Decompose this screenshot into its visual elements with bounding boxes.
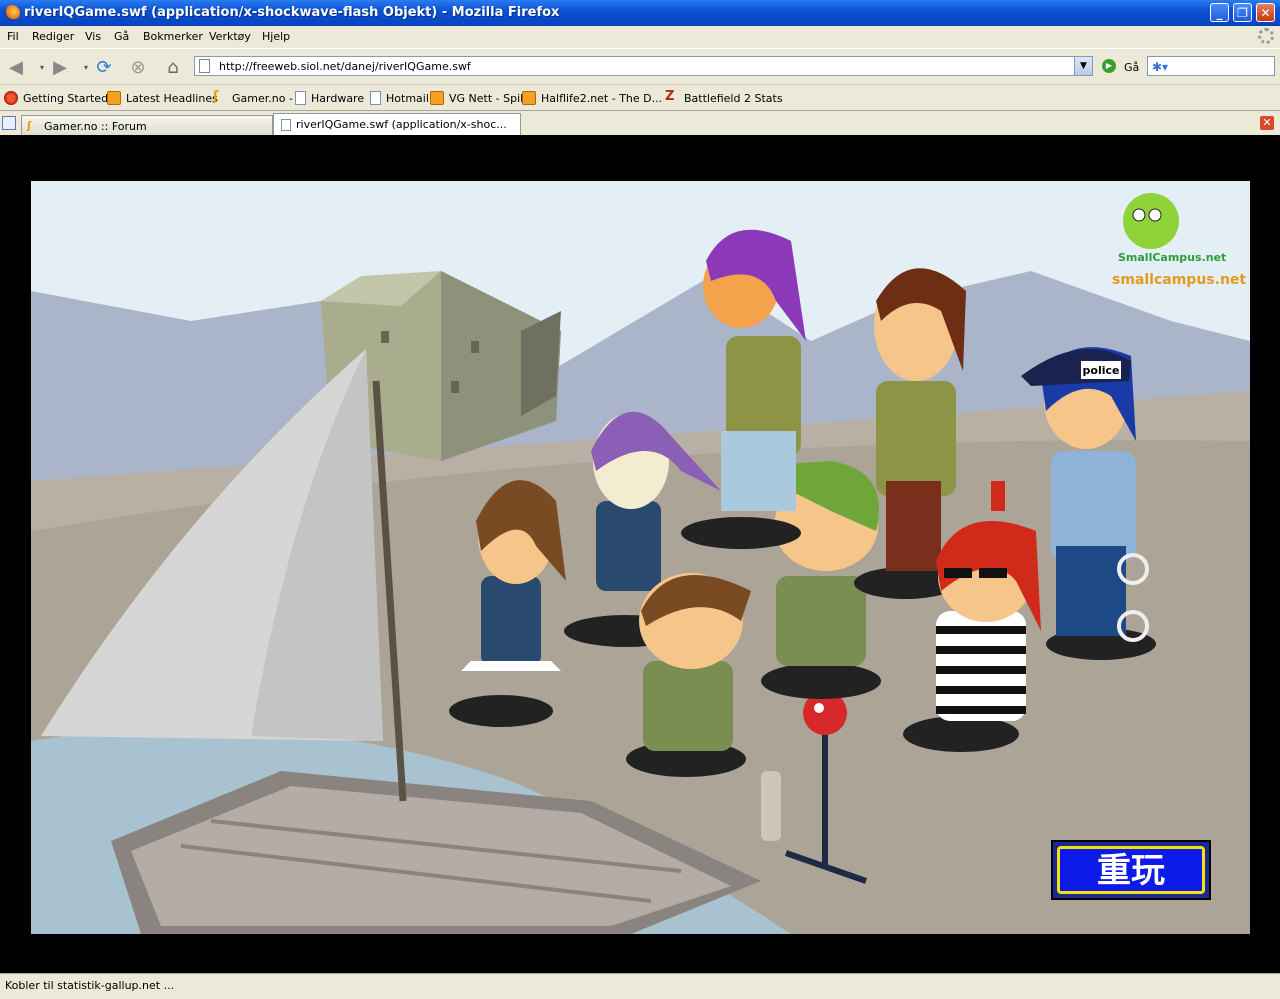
smallcampus-logo-text: SmallCampus.net [1118,251,1226,264]
home-icon: ⌂ [167,56,179,78]
search-box[interactable]: ✱▾ [1147,56,1275,76]
tab-river-iq-game[interactable]: riverIQGame.swf (application/x-shoc... [273,113,521,135]
window-title-bar: riverIQGame.swf (application/x-shockwave… [0,0,1280,26]
bf-icon: Z [665,89,675,104]
flash-game[interactable]: police SmallCampus.net smallcampus.net 重… [31,181,1250,934]
close-tab-button[interactable]: ✕ [1260,116,1274,130]
tab-bar: ʃ Gamer.no :: Forum riverIQGame.swf (app… [0,110,1280,136]
stop-button[interactable]: ⊗ [126,55,150,79]
bookmark-hardware[interactable]: Hardware [295,91,364,105]
forward-arrow-icon: ▶ [53,56,67,78]
gamer-icon: ʃ [213,89,219,104]
bookmark-hotmail[interactable]: Hotmail [370,91,429,105]
bookmark-halflife2[interactable]: Halflife2.net - The D... [522,91,662,105]
maximize-button[interactable]: ❐ [1233,3,1252,22]
menu-view[interactable]: Vis [85,30,101,43]
stop-icon: ⊗ [130,56,146,78]
status-bar: Kobler til statistik-gallup.net ... [0,973,1280,999]
bookmark-battlefield2[interactable]: Z Battlefield 2 Stats [665,89,783,105]
gamer-icon: ʃ [27,119,32,132]
reload-icon: ⟳ [96,56,112,78]
go-icon[interactable]: ▶ [1102,59,1116,73]
menu-help[interactable]: Hjelp [262,30,290,43]
replay-button[interactable]: 重玩 [1051,840,1211,900]
page-icon [281,119,291,131]
url-text: http://freeweb.siol.net/danej/riverIQGam… [219,60,471,73]
back-arrow-icon: ◀ [9,56,23,78]
game-scene: police SmallCampus.net [31,181,1250,934]
close-window-button[interactable]: ✕ [1256,3,1275,22]
bookmark-gamer[interactable]: ʃ Gamer.no - [213,89,293,105]
firefox-icon [4,91,18,105]
menu-bar: Fil Rediger Vis Gå Bokmerker Verktøy Hje… [0,26,1280,48]
forward-button[interactable]: ▶ [48,55,72,79]
menu-edit[interactable]: Rediger [32,30,74,43]
menu-file[interactable]: Fil [7,30,19,43]
page-icon [199,59,210,73]
menu-go[interactable]: Gå [114,30,129,43]
minimize-button[interactable]: _ [1210,3,1229,22]
rss-icon [522,91,536,105]
back-button[interactable]: ◀ [4,55,28,79]
menu-tools[interactable]: Verktøy [209,30,251,43]
rss-icon [430,91,444,105]
rss-icon [107,91,121,105]
menu-bookmarks[interactable]: Bokmerker [143,30,203,43]
throbber-icon [1258,28,1274,44]
brand-text: smallcampus.net [1112,272,1247,288]
police-cap-text: police [1083,364,1120,377]
page-icon [370,91,381,105]
reload-button[interactable]: ⟳ [92,55,116,79]
url-history-dropdown[interactable]: ▼ [1074,57,1092,75]
navigation-toolbar: ◀ ▾ ▶ ▾ ⟳ ⊗ ⌂ http://freeweb.siol.net/da… [0,48,1280,85]
window-title: riverIQGame.swf (application/x-shockwave… [24,5,560,20]
search-engine-icon[interactable]: ✱▾ [1152,60,1168,74]
tab-gamer-forum[interactable]: ʃ Gamer.no :: Forum [21,115,273,135]
url-bar[interactable]: http://freeweb.siol.net/danej/riverIQGam… [194,56,1093,76]
bookmark-latest-headlines[interactable]: Latest Headlines [107,91,218,105]
new-tab-button[interactable] [2,116,16,130]
replay-label: 重玩 [1057,846,1205,894]
firefox-icon [4,5,20,21]
page-content: police SmallCampus.net smallcampus.net 重… [0,135,1280,973]
bookmarks-toolbar: Getting Started Latest Headlines ʃ Gamer.… [0,84,1280,111]
rope-post [761,771,781,841]
home-button[interactable]: ⌂ [161,55,185,79]
bookmark-getting-started[interactable]: Getting Started [4,91,108,105]
status-text: Kobler til statistik-gallup.net ... [5,979,175,992]
bookmark-vg-nett[interactable]: VG Nett - Spill [430,91,526,105]
page-icon [295,91,306,105]
go-button[interactable]: Gå [1124,61,1139,74]
